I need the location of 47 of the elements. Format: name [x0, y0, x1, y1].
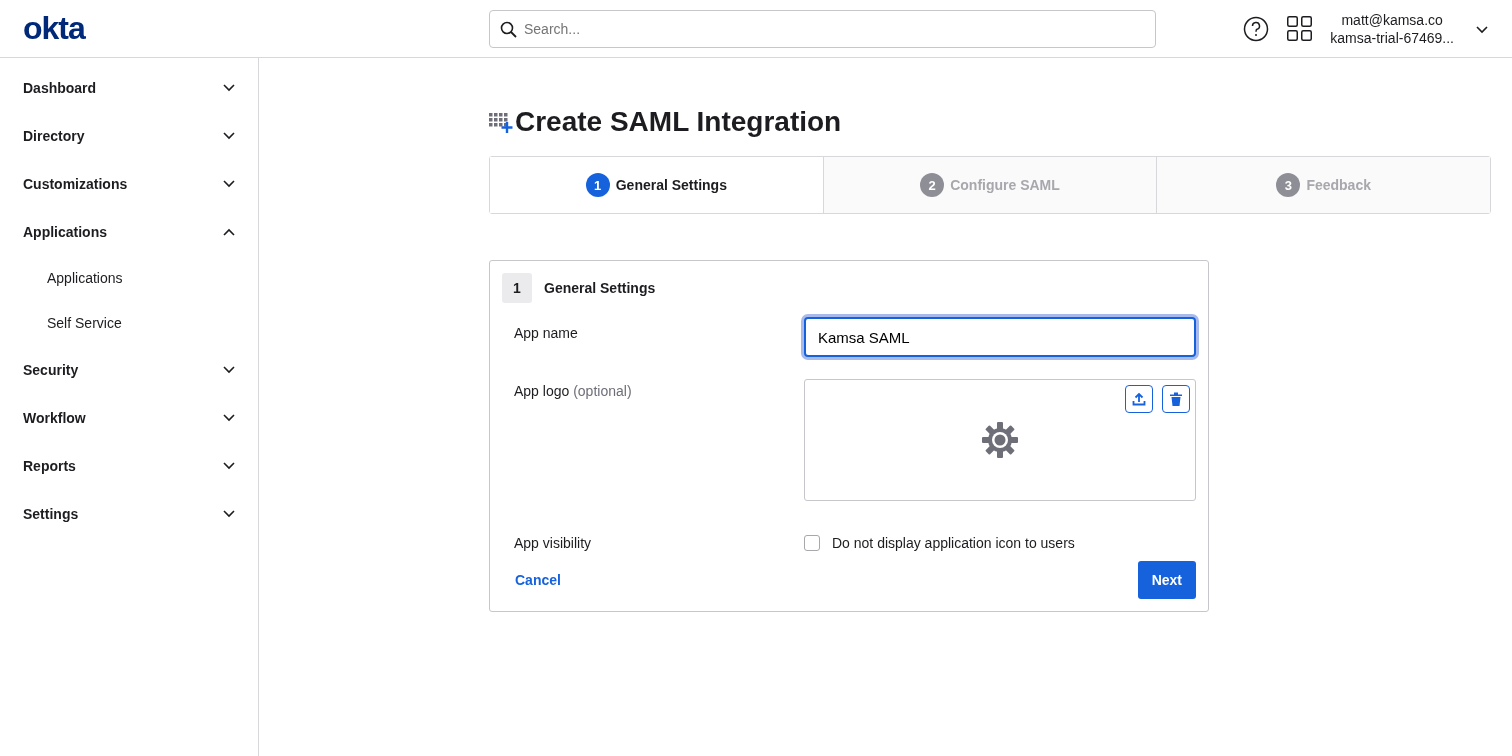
sidebar-subitem[interactable]: Applications — [0, 256, 258, 301]
sidebar-item[interactable]: Customizations — [0, 160, 258, 208]
chevron-down-icon — [223, 462, 235, 470]
sidebar-item[interactable]: Reports — [0, 442, 258, 490]
sidebar-item[interactable]: Dashboard — [0, 64, 258, 112]
checkbox[interactable] — [804, 535, 820, 551]
sidebar-item[interactable]: Applications — [0, 208, 258, 256]
sidebar-item[interactable]: Settings — [0, 490, 258, 538]
chevron-down-icon — [223, 132, 235, 140]
app-name-field[interactable]: Kamsa SAML — [804, 317, 1196, 357]
search-icon — [500, 20, 517, 38]
user-email: matt@kamsa.co — [1341, 10, 1443, 29]
step-number: 2 — [920, 173, 945, 197]
chevron-down-icon — [223, 84, 235, 92]
gear-icon — [981, 421, 1019, 459]
wizard-step[interactable]: 1 General Settings — [490, 157, 824, 213]
step-number: 1 — [585, 173, 610, 197]
search-field[interactable]: Search... — [489, 9, 1156, 48]
checkbox-label: Do not display application icon to users — [832, 535, 1075, 551]
chevron-down-icon — [223, 414, 235, 422]
org-name: kamsa-trial-67469... — [1330, 28, 1454, 47]
sidebar-item[interactable]: Security — [0, 346, 258, 394]
chevron-down-icon — [223, 180, 235, 188]
sidebar-item[interactable]: Directory — [0, 112, 258, 160]
field-label: App name — [514, 324, 579, 343]
section-number: 1 — [502, 273, 532, 303]
chevron-down-icon — [223, 510, 235, 518]
upload-icon — [1132, 392, 1146, 406]
step-number: 3 — [1276, 173, 1301, 197]
help-icon[interactable] — [1243, 15, 1270, 42]
cancel-link[interactable]: Cancel — [515, 572, 561, 588]
chevron-down-icon — [1476, 25, 1488, 34]
next-button[interactable]: Next — [1137, 561, 1196, 599]
page-title: Create SAML Integration — [515, 106, 842, 138]
trash-icon — [1170, 392, 1182, 406]
app-grid-icon[interactable] — [1287, 16, 1313, 41]
field-label: App logo (optional) — [514, 382, 633, 401]
delete-button[interactable] — [1162, 385, 1190, 413]
chevron-down-icon — [223, 366, 235, 374]
section-title: General Settings — [544, 280, 656, 296]
upload-button[interactable] — [1125, 385, 1153, 413]
app-grid-add-icon — [489, 110, 513, 134]
sidebar-subitem[interactable]: Self Service — [0, 301, 258, 346]
field-label: App visibility — [514, 535, 593, 551]
okta-logo[interactable]: okta — [23, 10, 85, 46]
sidebar-item[interactable]: Workflow — [0, 394, 258, 442]
chevron-up-icon — [223, 228, 235, 236]
